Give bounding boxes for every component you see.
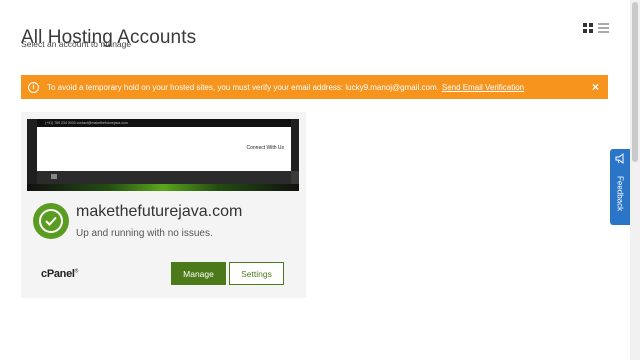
info-icon: i (28, 81, 39, 93)
settings-button[interactable]: Settings (229, 262, 284, 285)
close-icon[interactable]: × (592, 80, 599, 94)
alert-message: To avoid a temporary hold on your hosted… (47, 82, 439, 92)
preview-green-banner (27, 184, 299, 191)
hosting-account-card: (+91) 789 234 0000 contact@makethefuture… (21, 112, 306, 298)
preview-nav-text: Connect With Us (246, 145, 284, 151)
list-view-button[interactable] (598, 23, 609, 33)
page-subtitle: Select an account to manage (21, 39, 132, 49)
feedback-tab[interactable]: Feedback (610, 149, 630, 225)
send-email-verification-link[interactable]: Send Email Verification (442, 83, 524, 92)
preview-band (37, 171, 291, 184)
list-view-icon (598, 23, 609, 33)
grid-view-icon (583, 23, 593, 33)
preview-topbar: (+91) 789 234 0000 contact@makethefuture… (37, 119, 291, 127)
status-check-icon (33, 203, 69, 239)
menu-icon (51, 174, 57, 179)
cpanel-logo: cPanel® (41, 268, 78, 280)
cpanel-logo-mark: ® (74, 268, 79, 275)
domain-name: makethefuturejava.com (76, 203, 243, 220)
cpanel-logo-text: cPanel (41, 268, 75, 280)
scrollbar-thumb[interactable] (632, 2, 638, 162)
preview-scroll-arrow-icon (291, 171, 299, 184)
status-text: Up and running with no issues. (76, 228, 213, 239)
manage-button[interactable]: Manage (171, 262, 226, 285)
email-verification-alert: i To avoid a temporary hold on your host… (21, 75, 608, 99)
site-preview-thumbnail[interactable]: (+91) 789 234 0000 contact@makethefuture… (27, 119, 299, 191)
preview-body: Connect With Us (37, 127, 291, 171)
feedback-label: Feedback (615, 176, 625, 212)
grid-view-button[interactable] (583, 23, 593, 33)
megaphone-icon (615, 153, 624, 164)
